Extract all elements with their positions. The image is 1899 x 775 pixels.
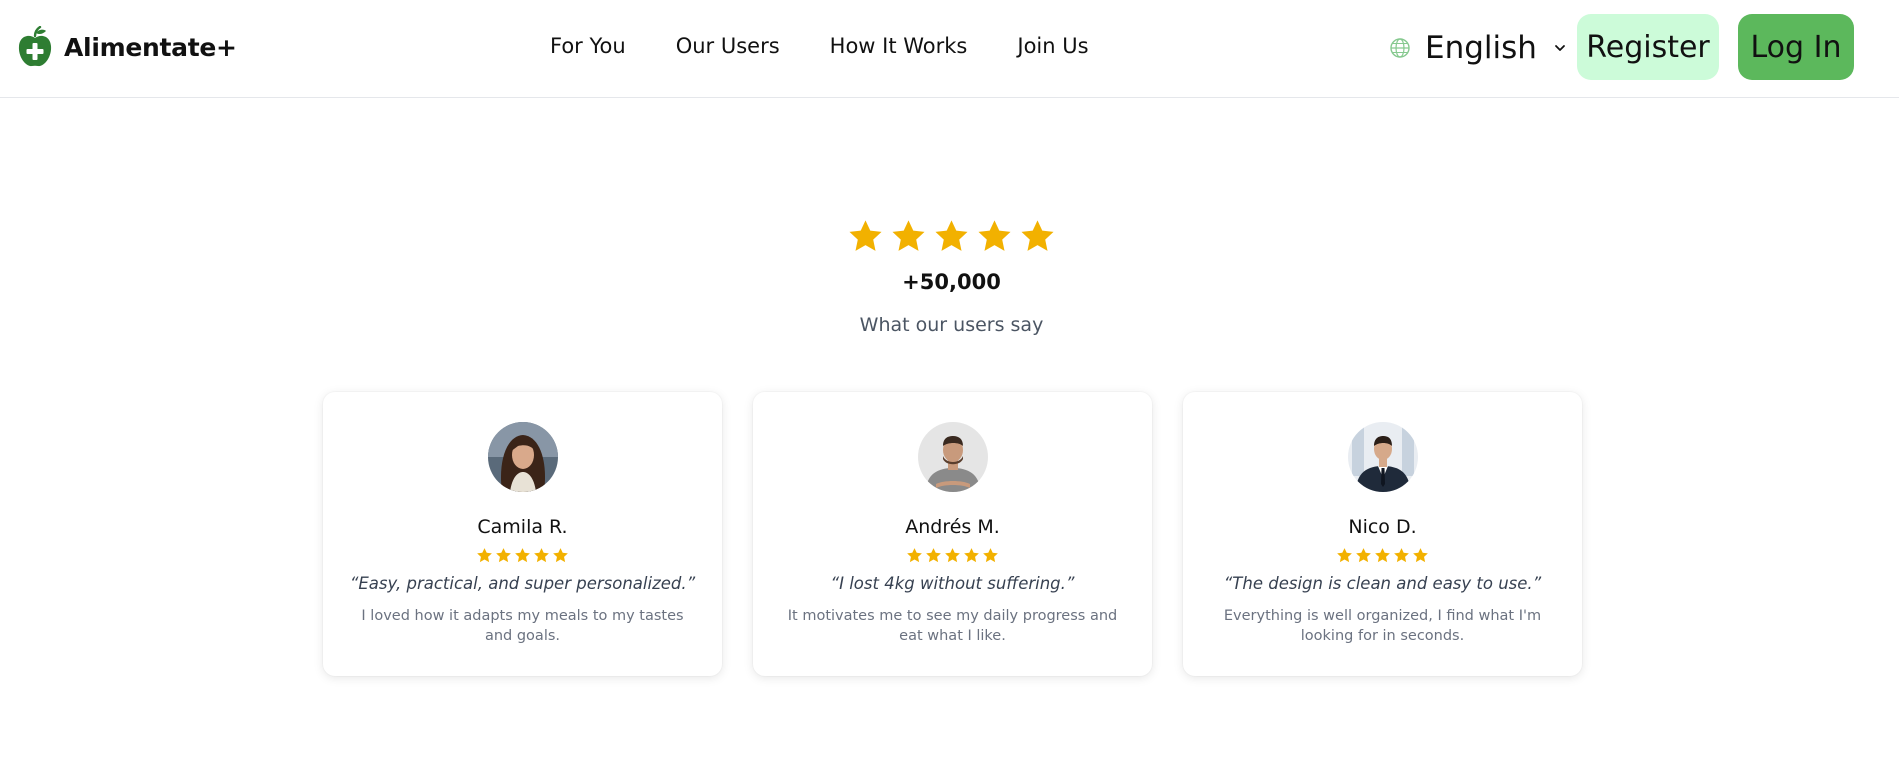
review-quote: “I lost 4kg without suffering.” (830, 574, 1075, 593)
star-icon (1021, 220, 1054, 251)
testimonial-card: Camila R. “Easy, practical, and super pe… (323, 392, 722, 676)
review-text: Everything is well organized, I find wha… (1223, 608, 1542, 644)
testimonial-card: Nico D. “The design is clean and easy to… (1183, 392, 1582, 676)
language-selector[interactable]: English (1389, 30, 1567, 66)
apple-plus-icon (18, 26, 52, 67)
review-rating-stars (753, 547, 1152, 564)
nav-how-it-works[interactable]: How It Works (830, 34, 968, 58)
avatar (488, 422, 558, 492)
review-rating-stars (1183, 547, 1582, 564)
register-button[interactable]: Register (1577, 14, 1719, 80)
star-icon (1337, 548, 1352, 563)
top-navbar: Alimentate+ For You Our Users How It Wor… (0, 0, 1899, 98)
nav-our-users[interactable]: Our Users (676, 34, 780, 58)
star-icon (935, 220, 968, 251)
star-icon (477, 548, 492, 563)
star-icon (964, 548, 979, 563)
chevron-down-icon (1555, 45, 1565, 51)
star-icon (945, 548, 960, 563)
review-text: I loved how it adapts my meals to my tas… (361, 608, 684, 644)
brand-logo[interactable]: Alimentate+ (16, 26, 237, 68)
star-icon (1413, 548, 1428, 563)
star-icon (1394, 548, 1409, 563)
section-subtitle: What our users say (859, 314, 1044, 336)
testimonial-card: Andrés M. “I lost 4kg without suffering.… (753, 392, 1152, 676)
review-text: It motivates me to see my daily progress… (787, 608, 1118, 644)
review-quote: “The design is clean and easy to use.” (1223, 574, 1542, 593)
hero-rating-stars (847, 218, 1056, 255)
user-count: +50,000 (902, 270, 1001, 294)
login-button[interactable]: Log In (1738, 14, 1854, 80)
brand-name: Alimentate+ (64, 32, 237, 62)
language-label: English (1425, 30, 1537, 66)
avatar (918, 422, 988, 492)
review-rating-stars (323, 547, 722, 564)
star-icon (892, 220, 925, 251)
star-icon (926, 548, 941, 563)
avatar (1348, 422, 1418, 492)
nav-join-us[interactable]: Join Us (1017, 34, 1088, 58)
reviewer-name: Camila R. (477, 516, 568, 538)
star-icon (1356, 548, 1371, 563)
star-icon (983, 548, 998, 563)
star-icon (1375, 548, 1390, 563)
star-icon (978, 220, 1011, 251)
main-nav: For You Our Users How It Works Join Us (550, 34, 1089, 58)
review-quote: “Easy, practical, and super personalized… (349, 574, 696, 593)
star-icon (534, 548, 549, 563)
globe-icon (1390, 38, 1410, 58)
star-icon (849, 220, 882, 251)
reviewer-name: Nico D. (1348, 516, 1417, 538)
star-icon (515, 548, 530, 563)
star-icon (496, 548, 511, 563)
star-icon (553, 548, 568, 563)
nav-for-you[interactable]: For You (550, 34, 626, 58)
star-icon (907, 548, 922, 563)
reviewer-name: Andrés M. (905, 516, 1000, 538)
